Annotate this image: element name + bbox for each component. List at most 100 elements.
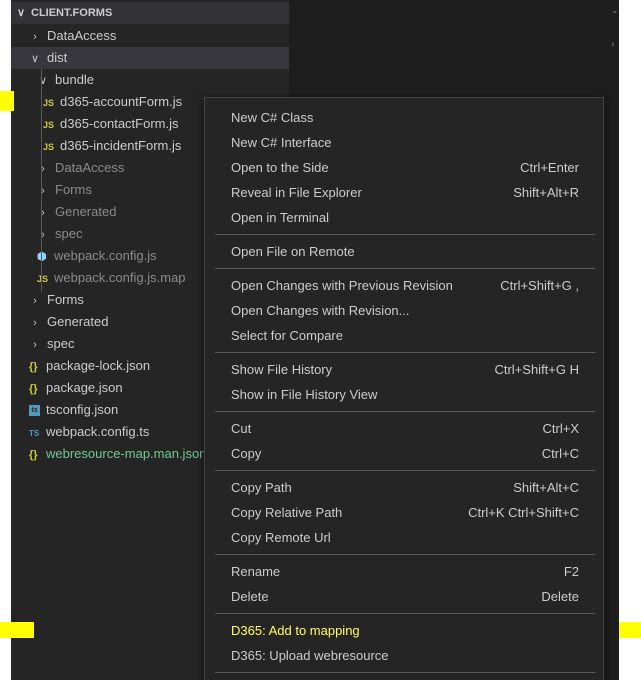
tree-item-label: bundle: [55, 72, 95, 87]
menu-item-shortcut: F2: [563, 564, 579, 579]
menu-item-delete[interactable]: Delete Delete: [215, 584, 595, 609]
menu-item-shortcut: Ctrl+X: [542, 421, 579, 436]
menu-item-label: Rename: [231, 564, 281, 579]
chevron-right-icon: ›: [41, 229, 45, 241]
context-menu: New C# Class New C# Interface Open to the …: [204, 97, 604, 680]
menu-item-rename[interactable]: Rename F2: [215, 559, 595, 584]
chevron-right-icon: ›: [33, 339, 37, 351]
tree-item-label: spec: [47, 336, 75, 351]
highlight-marker: [0, 622, 34, 638]
tree-folder[interactable]: › DataAccess: [11, 25, 289, 47]
json-icon: {}: [29, 361, 38, 373]
menu-item-label: Cut: [231, 421, 252, 436]
menu-item-cut[interactable]: Cut Ctrl+X: [215, 416, 595, 441]
chevron-right-icon: ›: [41, 163, 45, 175]
menu-item-copy[interactable]: Copy Ctrl+C: [215, 441, 595, 466]
tree-item-label: d365-contactForm.js: [60, 116, 179, 131]
js-file-icon: JS: [43, 98, 55, 108]
menu-item-copy-path[interactable]: Copy Path Shift+Alt+C: [215, 475, 595, 500]
json-icon: {}: [29, 449, 38, 461]
menu-item-label: Show File History: [231, 362, 333, 377]
tree-folder[interactable]: ∨ bundle: [11, 69, 289, 91]
tree-item-label: dist: [47, 50, 68, 65]
scroll-indicator-icon: ⌄: [611, 6, 619, 16]
menu-item-label: Copy: [231, 446, 262, 461]
menu-item-shortcut: Ctrl+K Ctrl+Shift+C: [468, 505, 579, 520]
json-icon: {}: [29, 383, 38, 395]
highlight-marker: [619, 622, 641, 638]
menu-item-shortcut: Ctrl+Shift+G ,: [500, 278, 579, 293]
menu-item-label: Open to the Side: [231, 160, 329, 175]
chevron-down-icon: ∨: [17, 7, 26, 19]
tsconfig-icon: ts: [29, 405, 40, 417]
menu-item-open-to-the-side[interactable]: Open to the Side Ctrl+Enter: [215, 155, 595, 180]
typescript-icon: TS: [29, 429, 40, 438]
webpack-icon: ⬢: [37, 246, 52, 268]
menu-item-shortcut: Ctrl+Enter: [520, 160, 579, 175]
menu-item-label: Select for Compare: [231, 328, 343, 343]
tree-item-label: webpack.config.js: [54, 248, 157, 263]
explorer-section-header[interactable]: ∨ CLIENT.FORMS: [11, 2, 289, 24]
menu-item-copy-relative-path[interactable]: Copy Relative Path Ctrl+K Ctrl+Shift+C: [215, 500, 595, 525]
js-file-icon: JS: [43, 142, 55, 152]
menu-separator: [215, 613, 595, 614]
tree-item-label: d365-incidentForm.js: [60, 138, 182, 153]
menu-item-label: Open Changes with Revision...: [231, 303, 410, 318]
tree-item-label: package-lock.json: [46, 358, 151, 373]
chevron-down-icon: ∨: [38, 75, 48, 87]
menu-item-shortcut: Shift+Alt+C: [513, 480, 579, 495]
tree-item-label: tsconfig.json: [46, 402, 119, 417]
menu-item-copy-remote-url[interactable]: Copy Remote Url: [215, 525, 595, 550]
menu-item-label: Copy Path: [231, 480, 292, 495]
chevron-down-icon: ∨: [30, 53, 40, 65]
chevron-right-icon: ›: [41, 207, 45, 219]
menu-separator: [215, 352, 595, 353]
tree-item-label: package.json: [46, 380, 123, 395]
tree-item-label: spec: [55, 226, 83, 241]
menu-item-open-in-terminal[interactable]: Open in Terminal: [215, 205, 595, 230]
menu-item-new-c-interface[interactable]: New C# Interface: [215, 130, 595, 155]
indent-guide: [41, 69, 42, 292]
menu-item-label: Show in File History View: [231, 387, 378, 402]
menu-item-open-changes-with-revision[interactable]: Open Changes with Revision...: [215, 298, 595, 323]
menu-item-label: D365: Upload webresource: [231, 648, 389, 663]
menu-item-new-c-class[interactable]: New C# Class: [215, 105, 595, 130]
menu-item-label: Open File on Remote: [231, 244, 355, 259]
menu-item-show-in-file-history-view[interactable]: Show in File History View: [215, 382, 595, 407]
menu-item-label: D365: Add to mapping: [231, 623, 360, 638]
menu-separator: [215, 672, 595, 673]
tree-item-label: Generated: [55, 204, 117, 219]
tree-item-label: webpack.config.ts: [46, 424, 150, 439]
menu-item-open-changes-with-previous-revision[interactable]: Open Changes with Previous Revision Ctrl+…: [215, 273, 595, 298]
menu-item-label: Copy Relative Path: [231, 505, 343, 520]
chevron-right-icon: ›: [41, 185, 45, 197]
js-file-icon: JS: [37, 274, 49, 284]
menu-item-shortcut: Delete: [541, 589, 579, 604]
scroll-indicator-icon: ›: [611, 40, 615, 50]
menu-item-d365-add-to-mapping[interactable]: D365: Add to mapping: [215, 618, 595, 643]
menu-item-open-file-on-remote[interactable]: Open File on Remote: [215, 239, 595, 264]
menu-separator: [215, 554, 595, 555]
js-file-icon: JS: [43, 120, 55, 130]
menu-item-label: New C# Interface: [231, 135, 332, 150]
menu-item-label: New C# Class: [231, 110, 314, 125]
tree-item-label: d365-accountForm.js: [60, 94, 183, 109]
right-margin: [619, 0, 641, 680]
menu-separator: [215, 411, 595, 412]
vscode-window: ∨ CLIENT.FORMS › DataAccess ∨ dist ∨ bundle JS d…: [0, 0, 641, 680]
menu-item-shortcut: Ctrl+C: [541, 446, 579, 461]
menu-separator: [215, 268, 595, 269]
menu-item-show-file-history[interactable]: Show File History Ctrl+Shift+G H: [215, 357, 595, 382]
explorer-section-title: CLIENT.FORMS: [31, 7, 113, 19]
menu-item-reveal-in-file-explorer[interactable]: Reveal in File Explorer Shift+Alt+R: [215, 180, 595, 205]
tree-folder[interactable]: ∨ dist: [11, 47, 289, 69]
tree-item-label: Forms: [55, 182, 92, 197]
menu-item-d365-upload-webresource[interactable]: D365: Upload webresource: [215, 643, 595, 668]
tree-item-label: DataAccess: [55, 160, 125, 175]
chevron-right-icon: ›: [33, 317, 37, 329]
menu-item-shortcut: Shift+Alt+R: [513, 185, 579, 200]
menu-separator: [215, 234, 595, 235]
menu-item-select-for-compare[interactable]: Select for Compare: [215, 323, 595, 348]
menu-item-label: Copy Remote Url: [231, 530, 331, 545]
menu-item-shortcut: Ctrl+Shift+G H: [494, 362, 579, 377]
